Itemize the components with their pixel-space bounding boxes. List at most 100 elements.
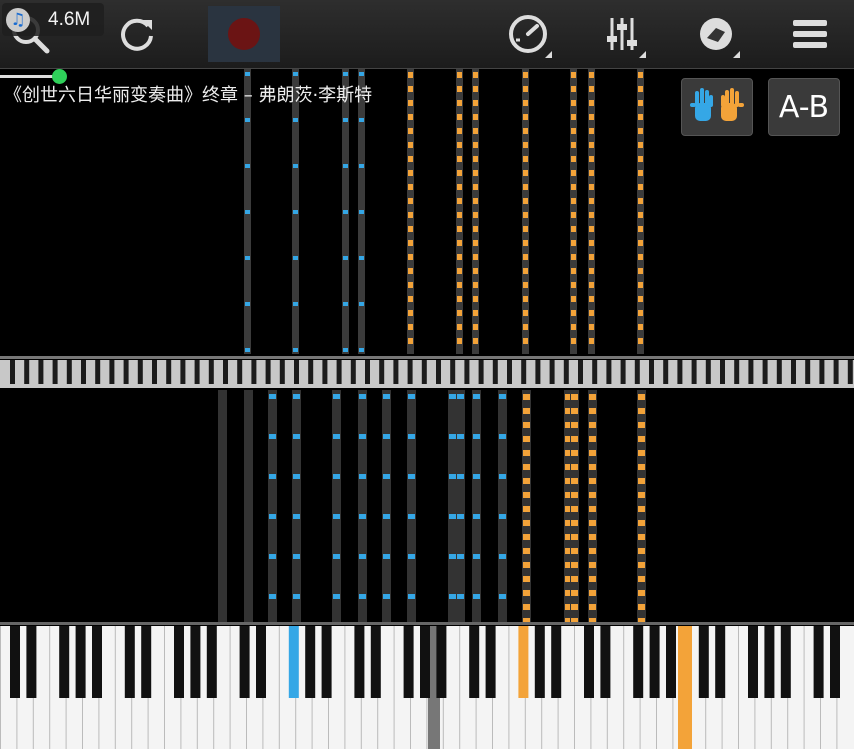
note-block (245, 474, 252, 479)
note-block (571, 184, 576, 190)
note-lane (268, 390, 277, 622)
mini-black-key (507, 360, 512, 384)
note-block (269, 474, 276, 479)
note-block (473, 282, 478, 288)
mixer-button[interactable] (594, 6, 650, 62)
note-block (293, 348, 298, 352)
note-block (359, 348, 364, 352)
note-block (589, 590, 596, 596)
note-block (449, 514, 456, 519)
note-block (523, 212, 528, 218)
note-lane (407, 390, 416, 622)
note-block (589, 156, 594, 162)
note-block (523, 72, 528, 78)
note-block (359, 302, 364, 306)
note-block (589, 310, 594, 316)
note-block (638, 268, 643, 274)
note-block (523, 450, 530, 456)
note-block (638, 422, 645, 428)
menu-button[interactable] (782, 6, 838, 62)
note-block (523, 324, 528, 330)
note-lane (382, 390, 391, 622)
note-block (473, 474, 480, 479)
note-block (408, 296, 413, 302)
mini-black-key (436, 360, 441, 384)
memory-indicator: ♫ 4.6M (2, 3, 104, 36)
note-block (457, 156, 462, 162)
record-button[interactable] (208, 6, 280, 62)
note-block (449, 474, 456, 479)
note-block (638, 534, 645, 540)
note-block (571, 478, 578, 484)
note-block (571, 198, 576, 204)
black-key (584, 626, 594, 698)
speed-gauge-icon (509, 15, 547, 53)
note-block (383, 594, 390, 599)
note-block (638, 114, 643, 120)
replay-button[interactable] (110, 6, 166, 62)
mini-black-key (237, 360, 243, 384)
white-key-divider (344, 626, 346, 749)
note-block (245, 554, 252, 559)
mini-black-key (776, 360, 782, 384)
memory-value: 4.6M (48, 9, 91, 30)
note-block (408, 100, 413, 106)
note-block (219, 434, 226, 439)
note-block (343, 118, 348, 122)
black-key (321, 626, 332, 698)
note-lane (498, 390, 507, 622)
note-block (638, 492, 645, 498)
white-key-divider (508, 626, 510, 749)
black-key (305, 626, 316, 698)
hands-toggle-button[interactable] (681, 78, 753, 136)
note-block (571, 394, 578, 400)
note-block (523, 268, 528, 274)
note-block (638, 100, 643, 106)
note-block (219, 474, 226, 479)
progress-track[interactable] (0, 75, 60, 78)
note-block (457, 226, 462, 232)
note-block (457, 594, 464, 599)
note-block (589, 254, 594, 260)
note-block (473, 184, 478, 190)
note-lane (456, 390, 465, 622)
mini-black-key (294, 360, 299, 384)
note-lane (292, 390, 301, 622)
black-key (534, 626, 545, 698)
note-block (473, 268, 478, 274)
note-lane (332, 390, 341, 622)
note-block (589, 338, 594, 344)
note-block (245, 256, 250, 260)
note-block (245, 434, 252, 439)
note-block (638, 436, 645, 442)
note-block (589, 142, 594, 148)
ab-loop-label: A-B (778, 89, 830, 125)
note-block (473, 212, 478, 218)
mini-black-key (805, 360, 811, 384)
note-block (457, 212, 462, 218)
note-block (571, 562, 578, 568)
note-block (293, 394, 300, 399)
note-block (523, 520, 530, 526)
replay-icon (121, 18, 153, 51)
pressed-white-key (678, 626, 692, 749)
note-block (499, 474, 506, 479)
note-block (293, 514, 300, 519)
black-key (715, 626, 726, 698)
note-block (408, 142, 413, 148)
note-block (589, 534, 596, 540)
note-block (449, 594, 456, 599)
note-block (359, 256, 364, 260)
note-block (449, 394, 456, 399)
black-key (813, 626, 824, 698)
piano-settings-button[interactable] (688, 6, 744, 62)
white-key-divider (623, 626, 625, 749)
note-block (571, 422, 578, 428)
dropdown-corner-icon (545, 51, 552, 58)
note-block (638, 590, 645, 596)
ab-loop-button[interactable]: A-B (768, 78, 840, 136)
note-block (523, 226, 528, 232)
black-key (403, 626, 414, 698)
speed-button[interactable] (500, 6, 556, 62)
black-key (288, 626, 299, 698)
